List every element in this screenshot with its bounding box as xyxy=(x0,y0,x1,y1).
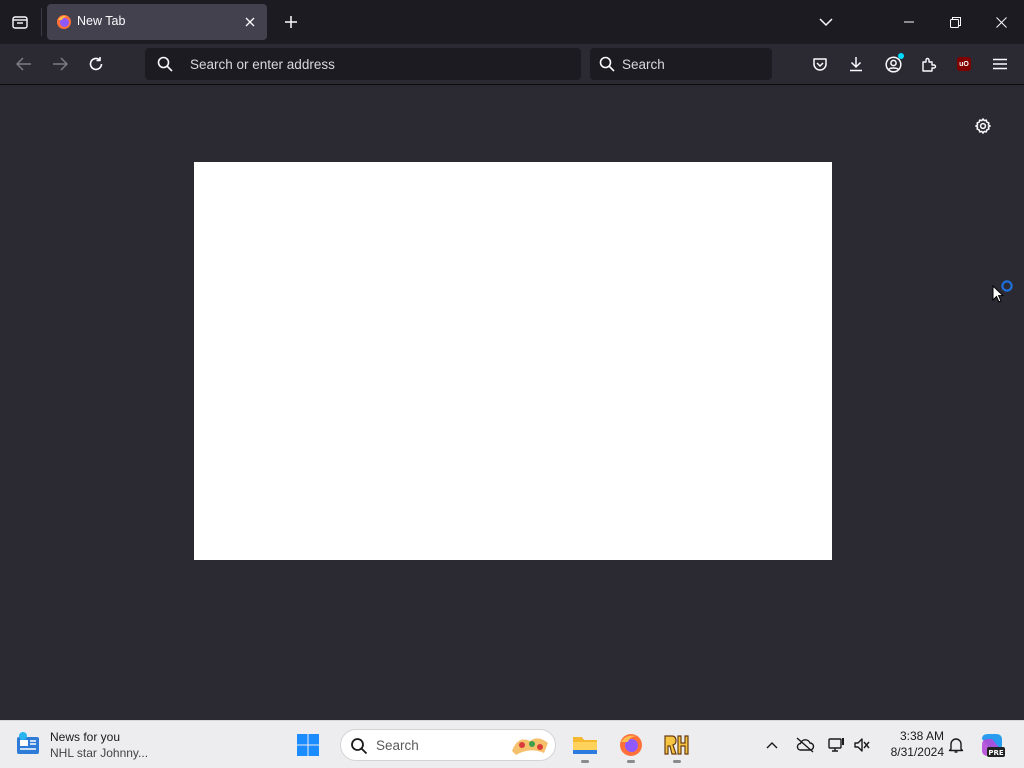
minimize-button[interactable] xyxy=(886,0,932,44)
new-tab-button[interactable] xyxy=(277,8,305,36)
clock-date: 8/31/2024 xyxy=(890,745,944,759)
gear-icon xyxy=(975,118,991,134)
news-headline: NHL star Johnny... xyxy=(50,746,149,760)
system-clock[interactable]: 3:38 AM 8/31/2024 xyxy=(878,728,944,760)
list-all-tabs-button[interactable] xyxy=(812,8,840,36)
news-icon xyxy=(17,732,39,754)
clock-time: 3:38 AM xyxy=(899,729,944,743)
windows-logo-icon xyxy=(297,734,319,756)
tab-separator xyxy=(41,8,42,36)
close-tab-button[interactable] xyxy=(241,13,259,31)
address-placeholder: Search or enter address xyxy=(190,57,335,72)
restore-button[interactable] xyxy=(932,0,978,44)
chevron-down-icon xyxy=(819,18,833,27)
taskbar-file-explorer[interactable] xyxy=(568,727,602,763)
reload-icon xyxy=(89,57,103,71)
search-highlight-icon xyxy=(512,738,548,755)
download-icon xyxy=(850,57,862,72)
extensions-icon xyxy=(922,57,937,72)
extensions-button[interactable] xyxy=(915,50,943,78)
running-indicator xyxy=(581,760,589,763)
firefox-icon xyxy=(57,15,71,29)
rh-app-icon xyxy=(664,735,689,755)
network-icon xyxy=(828,738,844,752)
show-hidden-icons-button[interactable] xyxy=(760,733,784,757)
restore-icon xyxy=(949,16,961,28)
search-icon xyxy=(157,56,173,72)
taskbar-firefox[interactable] xyxy=(614,727,648,763)
arrow-right-icon xyxy=(53,57,68,71)
account-button[interactable] xyxy=(879,50,907,78)
search-placeholder: Search xyxy=(622,57,665,72)
taskbar-search[interactable]: Search xyxy=(340,729,556,761)
close-icon xyxy=(245,17,255,27)
news-widget[interactable]: News for you NHL star Johnny... xyxy=(14,727,174,763)
network-button[interactable] xyxy=(825,733,849,757)
personalize-settings-button[interactable] xyxy=(970,113,996,139)
downloads-button[interactable] xyxy=(842,50,870,78)
close-window-button[interactable] xyxy=(978,0,1024,44)
running-indicator xyxy=(627,760,635,763)
forward-button[interactable] xyxy=(46,50,74,78)
running-indicator xyxy=(673,760,681,763)
search-icon xyxy=(351,738,368,755)
notifications-button[interactable] xyxy=(944,733,968,757)
address-bar[interactable]: Search or enter address xyxy=(145,48,581,80)
taskbar: News for you NHL star Johnny... Search 3… xyxy=(0,720,1024,768)
account-notification-dot xyxy=(898,53,904,59)
ublock-button[interactable]: uO xyxy=(950,50,978,78)
back-button[interactable] xyxy=(10,50,38,78)
onedrive-button[interactable] xyxy=(793,733,817,757)
news-title: News for you xyxy=(50,730,121,744)
tab-new-tab[interactable]: New Tab xyxy=(47,4,267,40)
file-explorer-icon xyxy=(573,737,597,754)
start-button[interactable] xyxy=(292,729,324,761)
pocket-button[interactable] xyxy=(806,50,834,78)
ublock-icon: uO xyxy=(957,57,971,71)
taskbar-rh-app[interactable] xyxy=(660,727,694,763)
minimize-icon xyxy=(904,21,914,23)
search-bar[interactable]: Search xyxy=(590,48,772,80)
tab-title: New Tab xyxy=(77,14,126,28)
taskbar-search-placeholder: Search xyxy=(376,738,419,753)
navigation-toolbar: Search or enter address Search uO xyxy=(0,44,1024,85)
firefox-view-icon xyxy=(12,16,28,29)
content-panel xyxy=(194,162,832,560)
menu-icon xyxy=(993,58,1007,70)
copilot-badge: PRE xyxy=(988,749,1004,757)
volume-muted-icon xyxy=(854,738,870,752)
search-icon xyxy=(599,56,615,72)
ublock-badge-label: uO xyxy=(959,60,969,68)
chevron-up-icon xyxy=(766,742,778,749)
cloud-offline-icon xyxy=(796,737,815,753)
reload-button[interactable] xyxy=(82,50,110,78)
arrow-left-icon xyxy=(16,57,31,71)
app-menu-button[interactable] xyxy=(986,50,1014,78)
firefox-view-button[interactable] xyxy=(6,8,34,36)
plus-icon xyxy=(285,16,297,28)
busy-cursor-icon xyxy=(992,280,1013,303)
bell-icon xyxy=(948,738,964,753)
tab-strip: New Tab xyxy=(0,0,1024,44)
copilot-icon[interactable]: PRE xyxy=(978,731,1006,759)
close-icon xyxy=(995,16,1007,28)
firefox-icon xyxy=(620,734,642,756)
pocket-icon xyxy=(813,58,827,71)
volume-button[interactable] xyxy=(850,733,874,757)
